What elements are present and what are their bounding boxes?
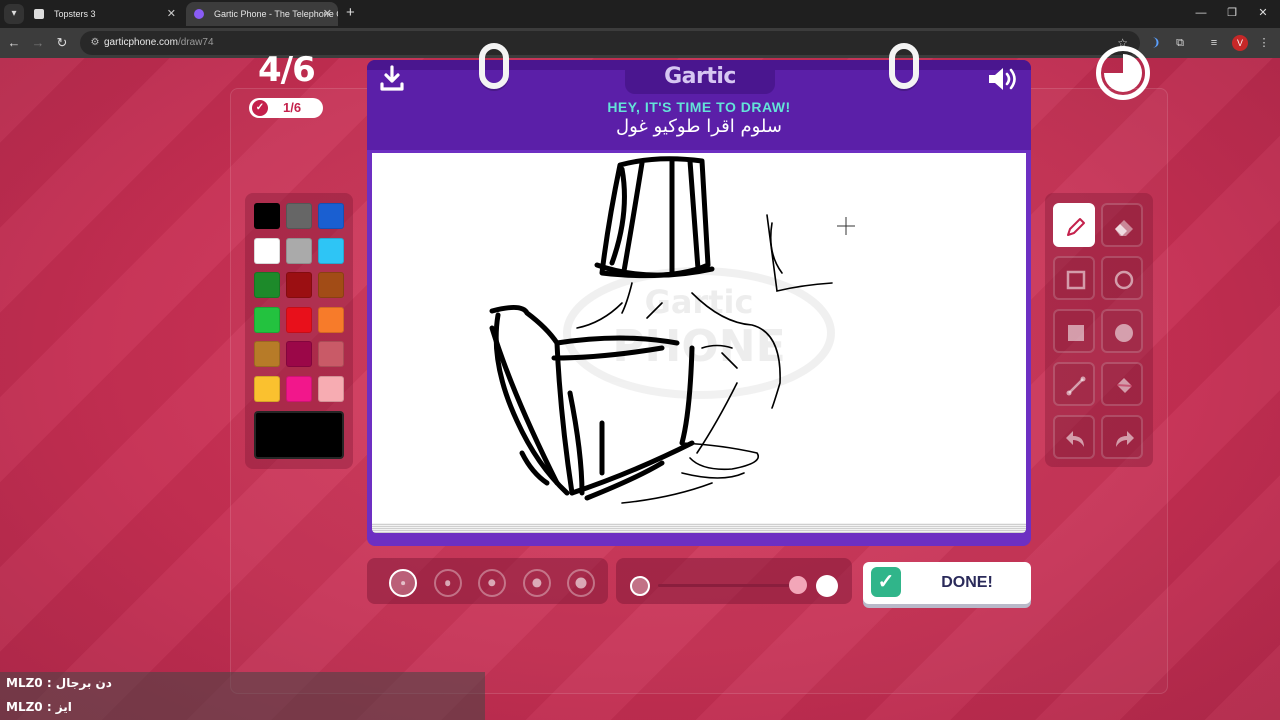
- close-window-button[interactable]: ✕: [1248, 4, 1278, 22]
- chat-message: MLZ0 : ايز: [6, 700, 72, 714]
- binder-ring-right: [889, 43, 919, 89]
- brush-dot-icon: [531, 578, 542, 588]
- close-tab-icon[interactable]: ✕: [167, 2, 176, 26]
- chat-overlay: MLZ0 : دن برجال MLZ0 : ايز: [0, 672, 485, 720]
- players-done-badge: ✓ 1/6: [249, 98, 323, 118]
- chat-message: MLZ0 : دن برجال: [6, 676, 112, 690]
- profile-avatar[interactable]: V: [1232, 35, 1248, 51]
- color-swatch[interactable]: [254, 272, 280, 298]
- brush-size-button[interactable]: [389, 569, 417, 597]
- opacity-slider-thumb[interactable]: [789, 576, 807, 594]
- url-domain: garticphone.com: [104, 37, 178, 48]
- brush-size-button[interactable]: [567, 569, 595, 597]
- menu-dots-icon[interactable]: ⋮: [1256, 35, 1272, 51]
- brush-size-button[interactable]: [433, 569, 462, 597]
- timer-icon: [1096, 46, 1150, 100]
- color-swatch[interactable]: [254, 237, 280, 264]
- tab-favicon: [34, 9, 44, 19]
- players-done-count: 1/6: [283, 100, 302, 115]
- url-path: /draw74: [177, 37, 214, 48]
- crosshair-cursor-icon: [837, 217, 855, 235]
- address-bar[interactable]: ⚙ garticphone.com/draw74 ☆: [80, 31, 1140, 55]
- restore-button[interactable]: ❐: [1217, 4, 1247, 22]
- round-counter: 4/6: [258, 50, 316, 90]
- color-swatch[interactable]: [318, 203, 344, 229]
- download-icon[interactable]: [378, 64, 406, 92]
- color-swatch[interactable]: [254, 306, 280, 333]
- color-swatch[interactable]: [254, 341, 280, 367]
- color-swatch[interactable]: [286, 203, 312, 229]
- browser-toolbar: ← → ↻ ⚙ garticphone.com/draw74 ☆ ❩ ⧉ ≡ V…: [0, 28, 1280, 58]
- tab-search-icon[interactable]: ▾: [4, 4, 24, 24]
- color-swatch[interactable]: [318, 306, 344, 333]
- brush-dot-icon: [575, 577, 587, 589]
- ellipse-filled-tool[interactable]: [1101, 309, 1143, 353]
- timer-progress: [1104, 54, 1142, 92]
- color-swatch[interactable]: [318, 237, 344, 264]
- binder-ring-left: [479, 43, 509, 89]
- pencil-tool[interactable]: [1053, 203, 1095, 247]
- tool-panel: [1045, 193, 1153, 467]
- tab-title: Gartic Phone - The Telephone Game: [214, 9, 338, 19]
- gartic-logo: Gartic: [664, 64, 736, 89]
- rectangle-filled-tool[interactable]: [1053, 309, 1095, 353]
- browser-tab-bar: ▾ Topsters 3 ✕ Gartic Phone - The Teleph…: [0, 0, 1280, 28]
- color-swatch[interactable]: [254, 375, 280, 402]
- drawing-canvas[interactable]: Gartic PHONE: [372, 153, 1026, 525]
- brush-size-button[interactable]: [478, 569, 506, 597]
- check-icon: ✓: [252, 100, 268, 116]
- canvas-drawing: Gartic PHONE: [489, 156, 855, 504]
- color-swatch[interactable]: [254, 203, 280, 229]
- prompt-title: HEY, IT'S TIME TO DRAW!: [607, 99, 791, 115]
- opacity-max-icon: [816, 575, 838, 597]
- opacity-slider-track[interactable]: [658, 584, 798, 587]
- current-color-preview: [254, 411, 344, 459]
- back-icon[interactable]: ←: [4, 33, 24, 53]
- url-text: garticphone.com/draw74: [104, 31, 214, 55]
- sound-icon[interactable]: [986, 64, 1020, 94]
- tab-title: Topsters 3: [54, 9, 96, 19]
- notebook-page-edges: [372, 523, 1026, 533]
- forward-icon[interactable]: →: [28, 33, 48, 53]
- close-tab-icon[interactable]: ✕: [323, 2, 332, 26]
- color-swatch[interactable]: [318, 341, 344, 367]
- check-icon: ✓: [871, 567, 901, 597]
- color-swatch[interactable]: [286, 272, 312, 298]
- done-button[interactable]: ✓ DONE!: [863, 562, 1031, 604]
- reload-icon[interactable]: ↻: [52, 33, 72, 53]
- extension-icon[interactable]: ❩: [1148, 35, 1164, 51]
- line-tool[interactable]: [1053, 362, 1095, 406]
- new-tab-button[interactable]: +: [346, 4, 355, 22]
- opacity-min-icon: [630, 576, 650, 596]
- brush-size-button[interactable]: [522, 569, 551, 597]
- ellipse-outline-tool[interactable]: [1101, 256, 1143, 300]
- brush-dot-icon: [488, 579, 496, 587]
- color-swatch[interactable]: [286, 237, 312, 264]
- fill-bucket-tool[interactable]: [1101, 362, 1143, 406]
- rectangle-outline-tool[interactable]: [1053, 256, 1095, 300]
- tab-favicon: [194, 9, 204, 19]
- color-swatch[interactable]: [318, 272, 344, 298]
- redo-tool[interactable]: [1101, 415, 1143, 459]
- minimize-button[interactable]: —: [1186, 4, 1216, 22]
- color-swatch[interactable]: [318, 375, 344, 402]
- done-label: DONE!: [941, 574, 993, 591]
- reading-list-icon[interactable]: ≡: [1206, 35, 1222, 51]
- gartic-watermark: Gartic PHONE: [563, 267, 835, 399]
- watermark-text-top: Gartic: [645, 283, 754, 321]
- brush-dot-icon: [401, 581, 405, 585]
- tab-gartic-phone[interactable]: Gartic Phone - The Telephone Game ✕: [186, 2, 338, 26]
- eraser-tool[interactable]: [1101, 203, 1143, 247]
- brush-dot-icon: [444, 580, 451, 586]
- undo-tool[interactable]: [1053, 415, 1095, 459]
- prompt-word: سلوم اقرا طوكيو غول: [616, 116, 782, 137]
- extensions-puzzle-icon[interactable]: ⧉: [1172, 35, 1188, 51]
- color-swatch[interactable]: [286, 341, 312, 367]
- tab-topsters[interactable]: Topsters 3 ✕: [26, 2, 182, 26]
- site-info-icon[interactable]: ⚙: [88, 36, 102, 50]
- color-swatch[interactable]: [286, 375, 312, 402]
- color-swatch[interactable]: [286, 306, 312, 333]
